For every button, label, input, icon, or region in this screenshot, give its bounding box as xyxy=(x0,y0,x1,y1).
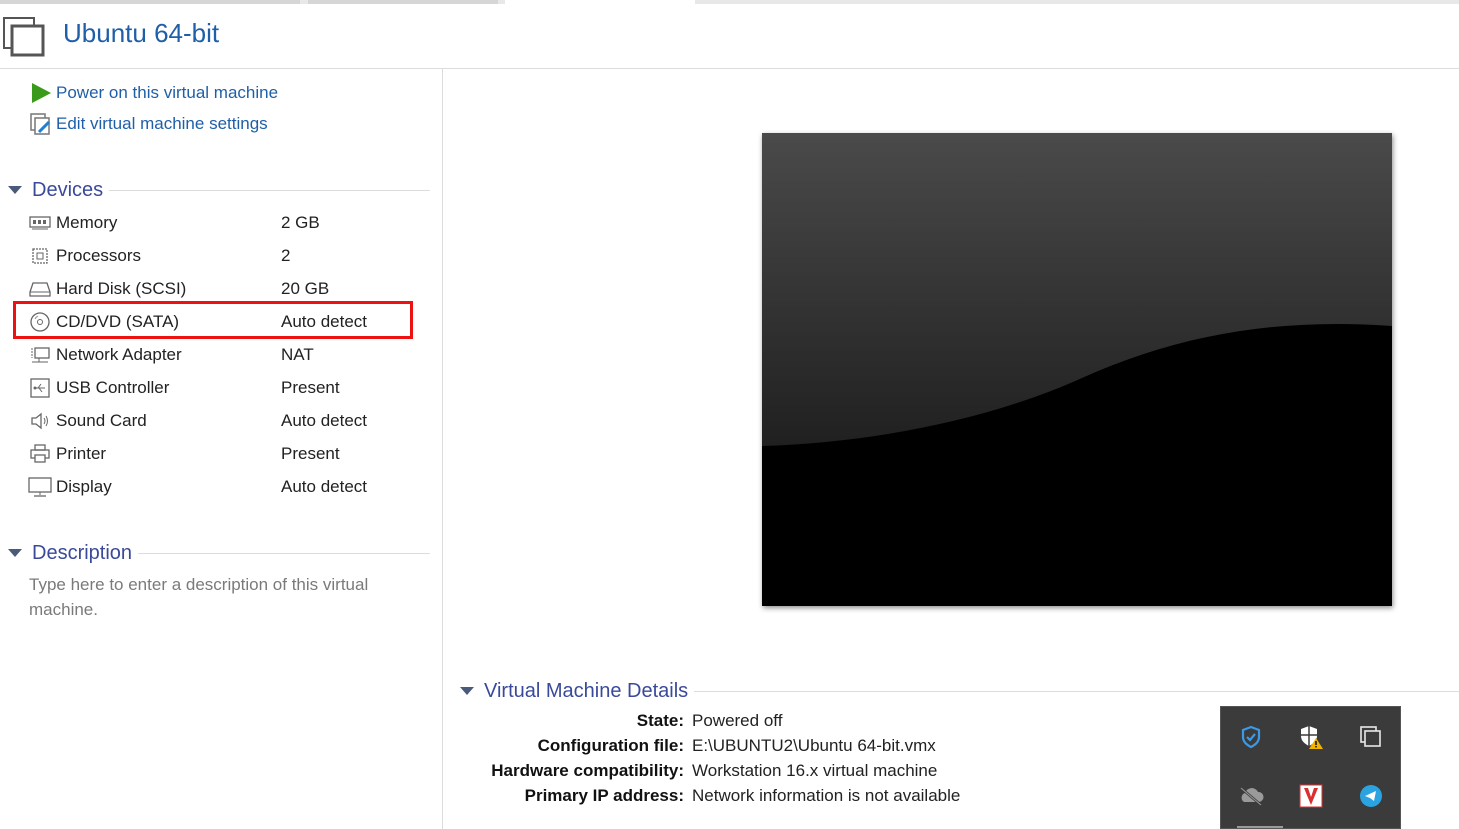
device-value: 2 xyxy=(281,246,291,265)
detail-value: Workstation 16.x virtual machine xyxy=(692,760,938,780)
window-switch-icon[interactable] xyxy=(1356,722,1386,752)
device-name: CD/DVD (SATA) xyxy=(56,312,180,331)
printer-icon xyxy=(28,443,52,465)
device-row-printer[interactable]: Printer Present xyxy=(28,440,418,468)
divider xyxy=(138,552,430,554)
device-row-usb-controller[interactable]: USB Controller Present xyxy=(28,374,418,402)
device-row-display[interactable]: Display Auto detect xyxy=(28,473,418,501)
device-name: Hard Disk (SCSI) xyxy=(56,279,187,298)
defender-shield-icon[interactable] xyxy=(1236,722,1266,752)
detail-row-config-file: Configuration file: E:\UBUNTU2\Ubuntu 64… xyxy=(460,733,1180,758)
vm-details-heading: Virtual Machine Details xyxy=(484,679,689,702)
virtual-machine-icon xyxy=(3,17,45,57)
page-title: Ubuntu 64-bit xyxy=(63,18,220,48)
divider xyxy=(694,690,1459,692)
detail-row-hardware-compat: Hardware compatibility: Workstation 16.x… xyxy=(460,758,1180,783)
device-value: Auto detect xyxy=(281,312,368,331)
system-tray-overflow xyxy=(1220,706,1401,829)
device-name: Network Adapter xyxy=(56,345,182,364)
device-row-sound-card[interactable]: Sound Card Auto detect xyxy=(28,407,418,435)
onedrive-cloud-icon[interactable] xyxy=(1236,781,1266,811)
memory-icon xyxy=(28,212,52,234)
tray-indicator xyxy=(1237,826,1283,828)
device-name: Display xyxy=(56,477,112,496)
processor-icon xyxy=(28,245,52,267)
device-row-memory[interactable]: Memory 2 GB xyxy=(28,209,418,237)
device-value: 20 GB xyxy=(281,279,330,298)
antivirus-v-icon[interactable] xyxy=(1296,781,1326,811)
device-value: 2 GB xyxy=(281,213,320,232)
device-row-cd-dvd[interactable]: CD/DVD (SATA) Auto detect xyxy=(28,308,418,336)
device-value: Auto detect xyxy=(281,477,368,496)
description-section-header: Description xyxy=(8,540,430,566)
vm-preview-thumbnail[interactable] xyxy=(762,133,1392,606)
detail-label: Hardware compatibility: xyxy=(491,760,684,780)
security-warning-icon[interactable] xyxy=(1296,722,1326,752)
telegram-icon[interactable] xyxy=(1356,781,1386,811)
device-row-hard-disk[interactable]: Hard Disk (SCSI) 20 GB xyxy=(28,275,418,303)
play-icon xyxy=(32,83,51,103)
monitor-icon xyxy=(28,476,52,498)
edit-settings-label: Edit virtual machine settings xyxy=(56,114,268,133)
description-field[interactable]: Type here to enter a description of this… xyxy=(29,572,419,622)
device-value: Present xyxy=(281,378,340,397)
edit-settings-icon xyxy=(30,113,51,135)
vm-preview-image xyxy=(762,133,1392,606)
device-row-network-adapter[interactable]: Network Adapter NAT xyxy=(28,341,418,369)
device-name: USB Controller xyxy=(56,378,170,397)
edit-settings-link[interactable]: Edit virtual machine settings xyxy=(30,111,268,137)
detail-label: State: xyxy=(636,710,684,730)
collapse-details-icon[interactable] xyxy=(460,687,474,695)
detail-row-state: State: Powered off xyxy=(460,708,1180,733)
device-value: Auto detect xyxy=(281,411,368,430)
divider xyxy=(109,189,430,191)
detail-value: E:\UBUNTU2\Ubuntu 64-bit.vmx xyxy=(692,735,936,755)
detail-row-ip-address: Primary IP address: Network information … xyxy=(460,783,1180,808)
speaker-icon xyxy=(28,410,52,432)
vm-details-section-header: Virtual Machine Details xyxy=(460,678,1459,704)
usb-icon xyxy=(28,377,52,399)
devices-section-header: Devices xyxy=(8,177,430,203)
vm-header: Ubuntu 64-bit xyxy=(0,4,1459,69)
description-heading: Description xyxy=(32,541,139,565)
device-name: Sound Card xyxy=(56,411,147,430)
collapse-description-icon[interactable] xyxy=(8,549,22,557)
detail-value: Powered off xyxy=(692,710,783,730)
power-on-link[interactable]: Power on this virtual machine xyxy=(30,80,278,106)
hard-disk-icon xyxy=(28,278,52,300)
network-adapter-icon xyxy=(28,344,52,366)
cd-dvd-icon xyxy=(28,311,52,333)
device-row-processors[interactable]: Processors 2 xyxy=(28,242,418,270)
device-value: NAT xyxy=(281,345,314,364)
device-name: Memory xyxy=(56,213,118,232)
devices-heading: Devices xyxy=(32,178,110,202)
detail-label: Primary IP address: xyxy=(524,785,684,805)
detail-label: Configuration file: xyxy=(537,735,684,755)
collapse-devices-icon[interactable] xyxy=(8,186,22,194)
device-name: Printer xyxy=(56,444,107,463)
device-name: Processors xyxy=(56,246,142,265)
device-value: Present xyxy=(281,444,340,463)
power-on-label: Power on this virtual machine xyxy=(56,83,279,102)
detail-value: Network information is not available xyxy=(692,785,961,805)
